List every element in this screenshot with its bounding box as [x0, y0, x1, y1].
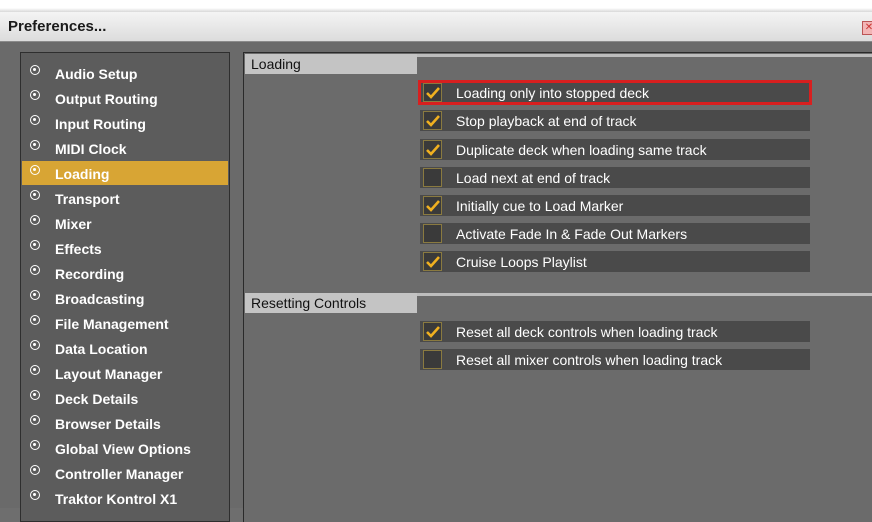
radio-bullet-icon — [30, 190, 40, 200]
checkmark-icon — [426, 115, 440, 127]
radio-bullet-icon — [30, 440, 40, 450]
sidebar-item-label: Recording — [55, 266, 125, 282]
sidebar-item-label: Traktor Kontrol X1 — [55, 491, 178, 507]
sidebar-item-label: File Management — [55, 316, 169, 332]
sidebar-item-file-management[interactable]: File Management — [22, 311, 228, 335]
radio-bullet-icon — [30, 340, 40, 350]
sidebar-item-label: Audio Setup — [55, 66, 138, 82]
option-label: Reset all deck controls when loading tra… — [456, 324, 718, 340]
radio-bullet-icon — [30, 65, 40, 75]
option-label: Duplicate deck when loading same track — [456, 142, 707, 158]
sidebar-item-label: Mixer — [55, 216, 92, 232]
radio-bullet-icon — [30, 415, 40, 425]
sidebar-item-label: Browser Details — [55, 416, 161, 432]
option-activate-fade-markers[interactable]: Activate Fade In & Fade Out Markers — [420, 223, 810, 244]
option-label: Stop playback at end of track — [456, 113, 637, 129]
radio-bullet-icon — [30, 490, 40, 500]
checkmark-icon — [426, 326, 440, 338]
radio-bullet-icon — [30, 240, 40, 250]
close-icon[interactable]: ✕ — [862, 21, 872, 35]
checkbox[interactable] — [423, 350, 442, 369]
checkbox[interactable] — [423, 83, 442, 102]
sidebar-item-label: Broadcasting — [55, 291, 145, 307]
option-label: Load next at end of track — [456, 170, 611, 186]
sidebar-item-deck-details[interactable]: Deck Details — [22, 386, 228, 410]
checkmark-icon — [426, 144, 440, 156]
sidebar-item-recording[interactable]: Recording — [22, 261, 228, 285]
checkbox[interactable] — [423, 168, 442, 187]
radio-bullet-icon — [30, 315, 40, 325]
option-loading-only-into-stopped-deck[interactable]: Loading only into stopped deck — [418, 80, 812, 105]
sidebar-item-global-view-options[interactable]: Global View Options — [22, 436, 228, 460]
sidebar-item-label: Loading — [55, 166, 110, 182]
radio-bullet-icon — [30, 265, 40, 275]
sidebar-item-browser-details[interactable]: Browser Details — [22, 411, 228, 435]
option-label: Activate Fade In & Fade Out Markers — [456, 226, 688, 242]
sidebar-item-label: Data Location — [55, 341, 148, 357]
window-top-strip — [0, 0, 872, 12]
section-divider — [417, 54, 872, 57]
radio-bullet-icon — [30, 165, 40, 175]
sidebar-item-controller-manager[interactable]: Controller Manager — [22, 461, 228, 485]
option-reset-all-deck-controls[interactable]: Reset all deck controls when loading tra… — [420, 321, 810, 342]
radio-bullet-icon — [30, 465, 40, 475]
checkbox[interactable] — [423, 140, 442, 159]
radio-bullet-icon — [30, 390, 40, 400]
checkbox[interactable] — [423, 322, 442, 341]
sidebar-item-label: MIDI Clock — [55, 141, 127, 157]
window-title: Preferences... — [8, 18, 107, 35]
section-header-loading: Loading — [245, 54, 417, 74]
title-bar: Preferences... ✕ — [0, 12, 872, 42]
sidebar-item-input-routing[interactable]: Input Routing — [22, 111, 228, 135]
sidebar-item-mixer[interactable]: Mixer — [22, 211, 228, 235]
option-load-next-at-end-of-track[interactable]: Load next at end of track — [420, 167, 810, 188]
section-header-resetting-controls: Resetting Controls — [245, 293, 417, 313]
sidebar-item-label: Output Routing — [55, 91, 158, 107]
sidebar-item-data-location[interactable]: Data Location — [22, 336, 228, 360]
sidebar-item-transport[interactable]: Transport — [22, 186, 228, 210]
sidebar-item-label: Transport — [55, 191, 120, 207]
sidebar-item-traktor-kontrol-x1[interactable]: Traktor Kontrol X1 — [22, 486, 228, 510]
section-divider — [417, 293, 872, 296]
sidebar-item-effects[interactable]: Effects — [22, 236, 228, 260]
checkmark-icon — [426, 200, 440, 212]
sidebar-item-label: Global View Options — [55, 441, 191, 457]
sidebar-item-midi-clock[interactable]: MIDI Clock — [22, 136, 228, 160]
checkbox[interactable] — [423, 252, 442, 271]
sidebar-item-label: Effects — [55, 241, 102, 257]
sidebar-item-broadcasting[interactable]: Broadcasting — [22, 286, 228, 310]
option-label: Reset all mixer controls when loading tr… — [456, 352, 723, 368]
radio-bullet-icon — [30, 365, 40, 375]
sidebar-item-label: Input Routing — [55, 116, 146, 132]
radio-bullet-icon — [30, 290, 40, 300]
option-initially-cue-to-load-marker[interactable]: Initially cue to Load Marker — [420, 195, 810, 216]
sidebar-item-loading[interactable]: Loading — [22, 161, 228, 185]
sidebar-item-layout-manager[interactable]: Layout Manager — [22, 361, 228, 385]
radio-bullet-icon — [30, 115, 40, 125]
option-duplicate-deck-when-loading-same-track[interactable]: Duplicate deck when loading same track — [420, 139, 810, 160]
sidebar-item-label: Controller Manager — [55, 466, 184, 482]
option-stop-playback-at-end-of-track[interactable]: Stop playback at end of track — [420, 110, 810, 131]
sidebar-item-label: Deck Details — [55, 391, 139, 407]
preferences-body: Audio Setup Output Routing Input Routing… — [0, 42, 872, 522]
sidebar-item-audio-setup[interactable]: Audio Setup — [22, 61, 228, 85]
checkbox[interactable] — [423, 111, 442, 130]
checkmark-icon — [426, 256, 440, 268]
checkbox[interactable] — [423, 196, 442, 215]
sidebar-item-label: Layout Manager — [55, 366, 163, 382]
checkmark-icon — [426, 87, 440, 99]
option-label: Cruise Loops Playlist — [456, 254, 587, 270]
sidebar-item-output-routing[interactable]: Output Routing — [22, 86, 228, 110]
preferences-sidebar: Audio Setup Output Routing Input Routing… — [20, 52, 230, 522]
radio-bullet-icon — [30, 140, 40, 150]
option-label: Initially cue to Load Marker — [456, 198, 624, 214]
preferences-panel: Loading Loading only into stopped deck S… — [243, 52, 872, 522]
option-cruise-loops-playlist[interactable]: Cruise Loops Playlist — [420, 251, 810, 272]
option-label: Loading only into stopped deck — [456, 85, 650, 101]
radio-bullet-icon — [30, 215, 40, 225]
checkbox[interactable] — [423, 224, 442, 243]
radio-bullet-icon — [30, 90, 40, 100]
option-reset-all-mixer-controls[interactable]: Reset all mixer controls when loading tr… — [420, 349, 810, 370]
